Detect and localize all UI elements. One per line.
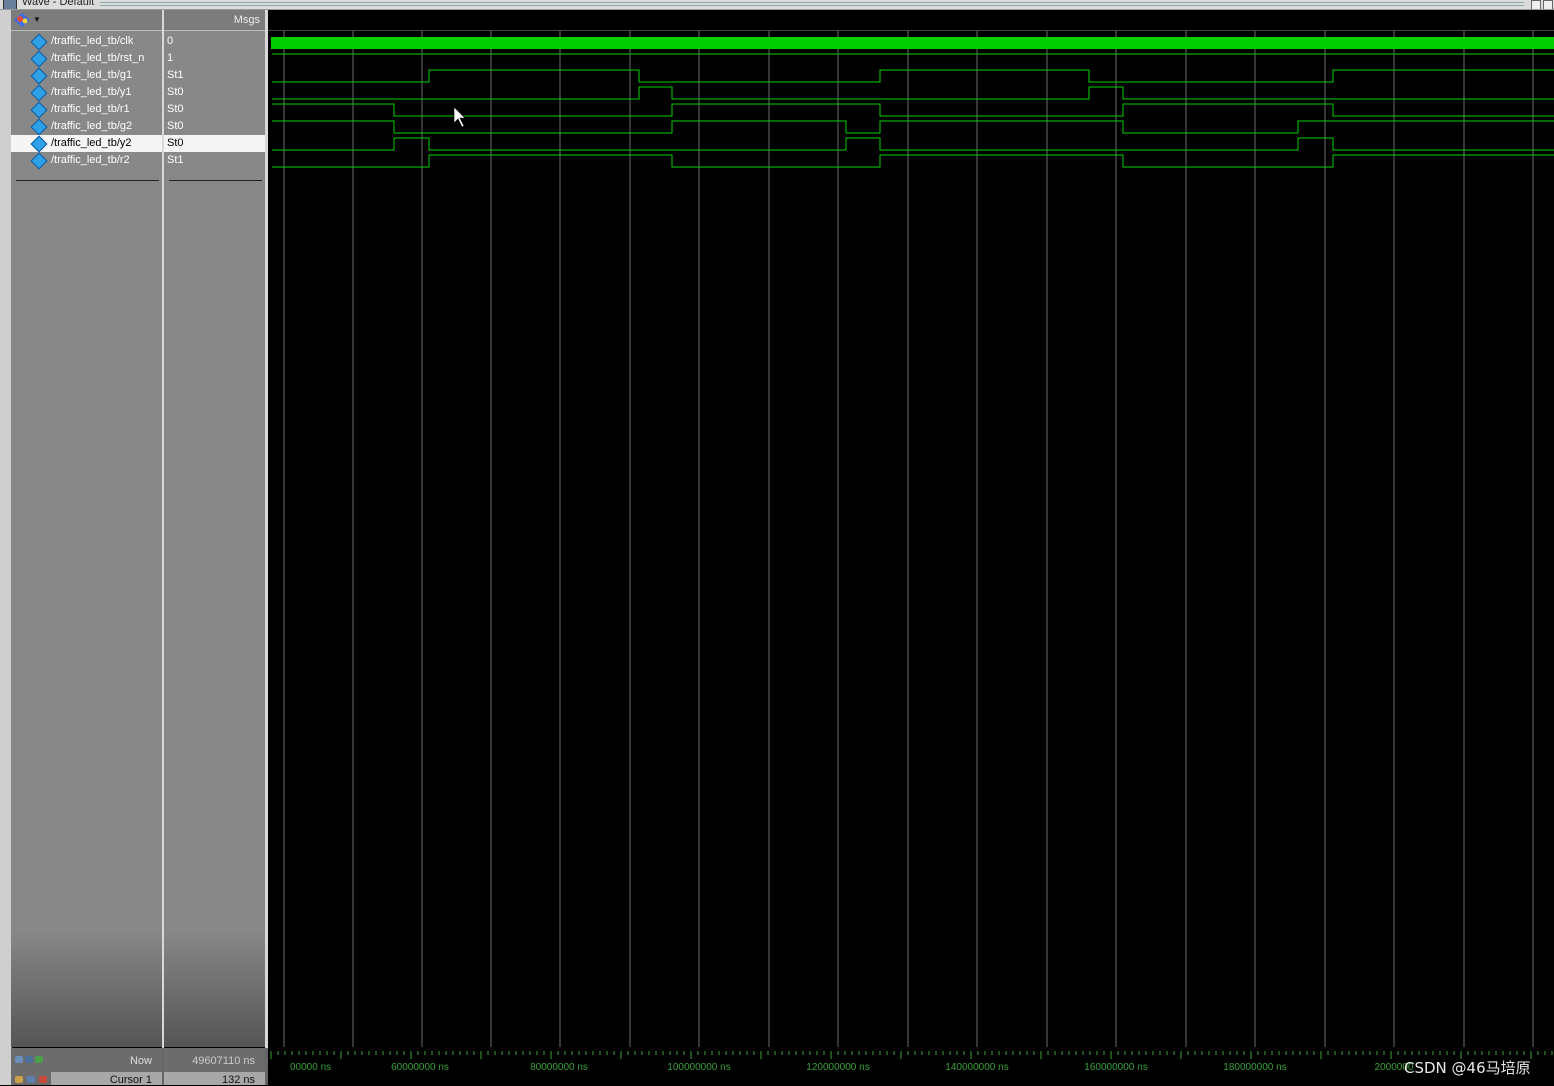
window-titlebar: Wave - Default <box>0 0 1554 10</box>
wave-window-icon <box>3 0 17 9</box>
signal-row[interactable]: /traffic_led_tb/clk <box>11 33 162 51</box>
signal-diamond-icon <box>30 118 48 136</box>
time-label: 180000000 ns <box>1223 1062 1286 1073</box>
signal-diamond-icon <box>30 33 48 51</box>
signal-name: /traffic_led_tb/r2 <box>51 154 130 166</box>
now-value: 49607110 ns <box>192 1055 255 1067</box>
time-label: 60000000 ns <box>391 1062 449 1073</box>
signal-value-row[interactable]: St1 <box>164 152 265 169</box>
signal-values-pane: Msgs 0 1 St1 St0 St0 St0 St0 St1 <box>164 10 265 1047</box>
signal-value-row[interactable]: St0 <box>164 84 265 101</box>
mouse-cursor-icon <box>453 106 466 128</box>
signal-name: /traffic_led_tb/y1 <box>51 86 132 98</box>
undock-button[interactable] <box>1531 0 1541 9</box>
list-end-marker <box>169 180 262 181</box>
cursor-names-area: Now Cursor 1 <box>11 1048 162 1086</box>
signal-row[interactable]: /traffic_led_tb/y2 <box>11 135 162 153</box>
time-label: 160000000 ns <box>1084 1062 1147 1073</box>
status-bar: Now Cursor 1 49607110 ns 132 ns 00000 ns… <box>11 1048 1554 1086</box>
signal-name: /traffic_led_tb/r1 <box>51 103 130 115</box>
signal-value: St0 <box>167 86 184 98</box>
signal-name: /traffic_led_tb/y2 <box>51 137 132 149</box>
cursor-tool-icon[interactable] <box>15 1076 23 1083</box>
close-button[interactable] <box>1543 0 1553 9</box>
dock-grip[interactable] <box>100 2 1524 6</box>
signal-value-row[interactable]: St0 <box>164 101 265 118</box>
g2-waveform <box>272 120 1554 134</box>
names-header: ▼ <box>11 10 162 31</box>
time-label: 00000 ns <box>290 1062 331 1073</box>
signal-value: 1 <box>167 52 174 64</box>
time-label: 80000000 ns <box>530 1062 588 1073</box>
signal-row[interactable]: /traffic_led_tb/r1 <box>11 101 162 119</box>
signal-name: /traffic_led_tb/g2 <box>51 120 133 132</box>
add-cursor-icon[interactable] <box>15 1056 23 1063</box>
signal-row[interactable]: /traffic_led_tb/g2 <box>11 118 162 136</box>
lock-cursor-icon[interactable] <box>35 1056 43 1063</box>
g1-waveform <box>272 69 1554 83</box>
window-title: Wave - Default <box>22 0 95 8</box>
y1-waveform <box>272 86 1554 100</box>
msgs-label: Msgs <box>233 14 260 26</box>
signal-value: 0 <box>167 35 174 47</box>
signal-row[interactable]: /traffic_led_tb/r2 <box>11 152 162 170</box>
edit-cursor-icon[interactable] <box>25 1056 33 1063</box>
signal-diamond-icon <box>30 101 48 119</box>
r1-waveform <box>272 103 1554 117</box>
list-end-marker <box>16 180 159 181</box>
signal-diamond-icon <box>30 152 48 170</box>
watermark: CSDN @46马培原 <box>1404 1059 1531 1077</box>
wave-header <box>268 10 1554 31</box>
signal-value: St1 <box>167 69 184 81</box>
signal-value-row[interactable]: 1 <box>164 50 265 67</box>
signal-diamond-icon <box>30 67 48 85</box>
signal-name: /traffic_led_tb/clk <box>51 35 134 47</box>
delete-cursor-icon[interactable] <box>39 1076 47 1083</box>
chevron-down-icon[interactable]: ▼ <box>33 15 41 24</box>
signal-value-row[interactable]: St0 <box>164 118 265 135</box>
signal-row[interactable]: /traffic_led_tb/rst_n <box>11 50 162 68</box>
cursor-value: 132 ns <box>221 1074 255 1086</box>
r2-waveform <box>272 154 1554 168</box>
signal-row[interactable]: /traffic_led_tb/y1 <box>11 84 162 102</box>
cursor-tool-icon[interactable] <box>27 1076 35 1083</box>
cursor-values-area: 49607110 ns 132 ns <box>164 1048 265 1086</box>
signal-names-pane: ▼ /traffic_led_tb/clk/traffic_led_tb/rst… <box>11 10 162 1047</box>
signal-diamond-icon <box>30 135 48 153</box>
time-label: 100000000 ns <box>667 1062 730 1073</box>
time-axis[interactable]: 00000 ns 60000000 ns 80000000 ns 100000000 … <box>268 1048 1554 1085</box>
signal-diamond-icon <box>30 84 48 102</box>
signal-value: St1 <box>167 154 184 166</box>
time-label: 140000000 ns <box>945 1062 1008 1073</box>
signal-value: St0 <box>167 120 184 132</box>
signal-value-row[interactable]: 0 <box>164 33 265 50</box>
signal-value: St0 <box>167 103 184 115</box>
signal-name: /traffic_led_tb/g1 <box>51 69 133 81</box>
waveform-canvas[interactable] <box>268 31 1554 1047</box>
values-header: Msgs <box>164 10 265 31</box>
y2-waveform <box>272 137 1554 151</box>
clk-waveform <box>271 37 1554 49</box>
time-label: 120000000 ns <box>806 1062 869 1073</box>
wave-tools-icon[interactable] <box>14 13 30 27</box>
now-label: Now <box>129 1055 152 1067</box>
signal-name: /traffic_led_tb/rst_n <box>51 52 145 64</box>
signal-value-row[interactable]: St0 <box>164 135 265 152</box>
signal-row[interactable]: /traffic_led_tb/g1 <box>11 67 162 85</box>
signal-diamond-icon <box>30 50 48 68</box>
cursor-label: Cursor 1 <box>109 1074 152 1086</box>
signal-value: St0 <box>167 137 184 149</box>
signal-value-row[interactable]: St1 <box>164 67 265 84</box>
